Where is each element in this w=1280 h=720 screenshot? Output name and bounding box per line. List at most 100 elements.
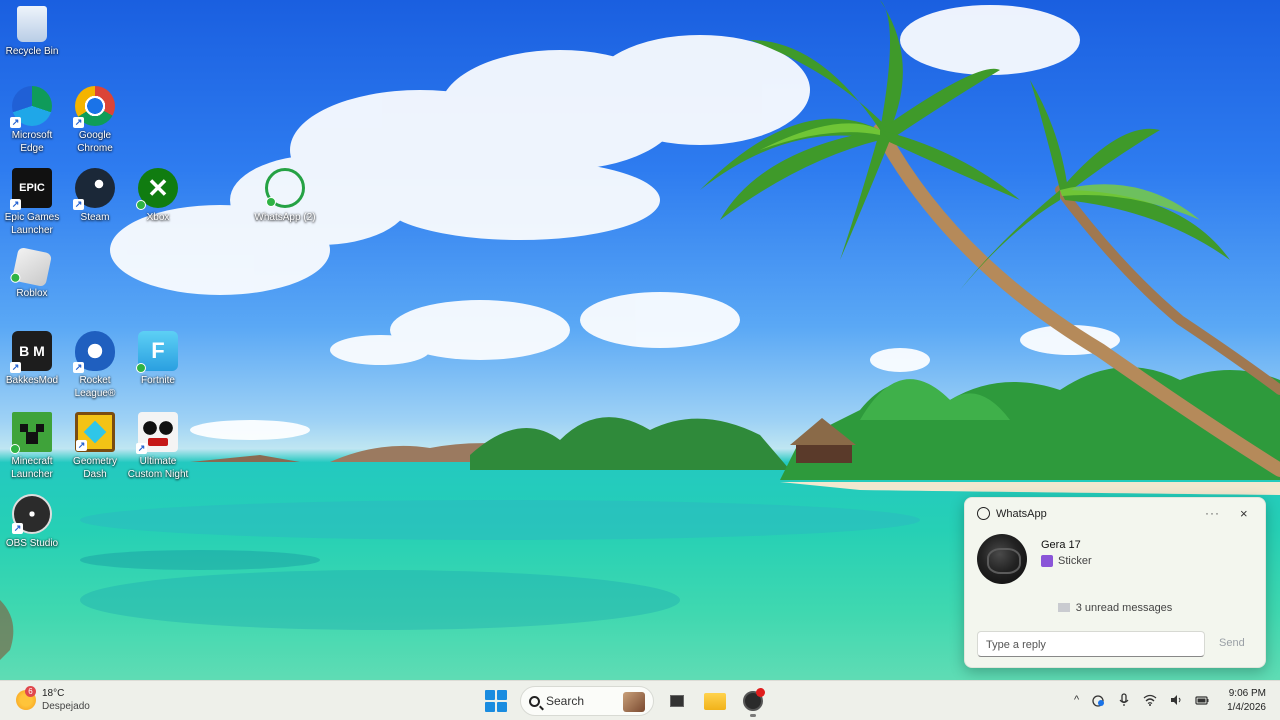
avatar: [977, 534, 1027, 584]
desktop-icon-label: Roblox: [16, 288, 48, 299]
whatsapp-notification[interactable]: WhatsApp ··· × Gera 17 Sticker 3 unread …: [964, 497, 1266, 668]
desktop-icon-roblox[interactable]: Roblox: [0, 246, 64, 300]
volume-icon[interactable]: [1169, 693, 1183, 707]
message-text: Sticker: [1058, 555, 1092, 567]
desktop-icon-label: WhatsApp (2): [254, 212, 316, 223]
weather-badge: 6: [25, 686, 36, 697]
obs-taskbar-button[interactable]: [738, 686, 768, 717]
notification-header: WhatsApp: [977, 507, 1047, 520]
weather-condition: Despejado: [42, 701, 90, 712]
desktop-icon-label: Geometry Dash: [73, 456, 117, 480]
desktop-icon-label: Steam: [80, 212, 110, 223]
desktop-icon-label: Google Chrome: [77, 130, 113, 154]
sync-check-icon: [10, 444, 20, 454]
fortnite-icon: F: [136, 331, 178, 373]
close-button[interactable]: ×: [1240, 506, 1248, 521]
shortcut-arrow-icon: ↗: [73, 199, 84, 210]
wifi-icon[interactable]: [1143, 693, 1157, 707]
steam-icon: ↗: [73, 168, 115, 210]
desktop-icon-label: Microsoft Edge: [11, 130, 53, 154]
desktop-icon-epic-games[interactable]: EPIC ↗ Epic Games Launcher: [0, 168, 64, 237]
desktop-icon-steam[interactable]: ↗ Steam: [63, 168, 127, 224]
envelope-icon: [1057, 603, 1070, 612]
shortcut-arrow-icon: ↗: [136, 443, 147, 454]
bakkesmod-icon: B M ↗: [10, 331, 52, 373]
notification-app-name: WhatsApp: [996, 507, 1047, 520]
recording-dot-icon: [756, 688, 765, 697]
desktop-icon-recycle-bin[interactable]: Recycle Bin: [0, 6, 64, 58]
sun-icon: 6: [16, 686, 36, 710]
weather-widget[interactable]: 6 18°C Despejado: [16, 686, 90, 713]
clock-date: 1/4/2026: [1227, 702, 1266, 713]
desktop-icon-label: Minecraft Launcher: [11, 456, 53, 480]
clock[interactable]: 9:06 PM 1/4/2026: [1220, 687, 1266, 715]
obs-icon: ↗: [12, 494, 52, 534]
folder-icon: [704, 692, 726, 710]
desktop-icon-xbox[interactable]: ✕ Xbox: [126, 168, 190, 224]
unread-count: 3 unread messages: [965, 602, 1265, 614]
taskbar-apps: Search: [480, 685, 768, 717]
shortcut-arrow-icon: ↗: [73, 117, 84, 128]
desktop-icon-obs-studio[interactable]: ↗ OBS Studio: [0, 494, 64, 550]
sync-check-icon: [266, 197, 276, 207]
sync-check-icon: [136, 200, 146, 210]
shortcut-arrow-icon: ↗: [10, 117, 21, 128]
desktop-icon-bakkesmod[interactable]: B M ↗ BakkesMod: [0, 331, 64, 387]
shortcut-arrow-icon: ↗: [73, 362, 84, 373]
send-button[interactable]: Send: [1219, 637, 1245, 649]
search-highlight-icon: [623, 692, 645, 712]
rocket-league-icon: ↗: [73, 331, 115, 373]
desktop-icon-chrome[interactable]: ↗ Google Chrome: [63, 86, 127, 155]
file-explorer-button[interactable]: [700, 686, 730, 716]
more-options-button[interactable]: ···: [1205, 506, 1220, 520]
active-indicator: [750, 714, 756, 717]
task-view-icon: [670, 695, 684, 707]
edge-icon: ↗: [10, 86, 52, 128]
taskbar-search[interactable]: Search: [520, 686, 654, 716]
shortcut-arrow-icon: ↗: [10, 199, 21, 210]
shortcut-arrow-icon: ↗: [76, 440, 87, 451]
system-tray: ^: [1074, 693, 1209, 707]
desktop-icon-label: Ultimate Custom Night: [127, 456, 189, 480]
desktop-icon-geometry-dash[interactable]: ↗ Geometry Dash: [63, 412, 127, 481]
sticker-icon: [1041, 555, 1053, 567]
recycle-bin-icon: [17, 6, 47, 42]
desktop-icon-minecraft[interactable]: Minecraft Launcher: [0, 412, 64, 481]
desktop-icon-label: Recycle Bin: [5, 46, 59, 57]
task-view-button[interactable]: [662, 686, 692, 716]
search-icon: [529, 695, 540, 707]
microphone-icon[interactable]: [1117, 693, 1131, 707]
unread-text: 3 unread messages: [1075, 602, 1173, 614]
battery-icon[interactable]: [1195, 693, 1209, 707]
desktop-icon-label: Rocket League®: [74, 375, 116, 399]
whatsapp-icon: [265, 168, 305, 208]
sync-check-icon: [136, 363, 146, 373]
xbox-icon: ✕: [136, 168, 178, 210]
minecraft-icon: [10, 412, 52, 454]
shortcut-arrow-icon: ↗: [10, 362, 21, 373]
desktop-icon-whatsapp[interactable]: WhatsApp (2): [253, 168, 317, 224]
onedrive-icon[interactable]: [1091, 693, 1105, 707]
ucn-icon: ↗: [136, 412, 178, 454]
chrome-icon: ↗: [73, 86, 115, 128]
search-label: Search: [546, 694, 585, 708]
epic-games-icon: EPIC ↗: [10, 168, 52, 210]
desktop-icon-label: BakkesMod: [5, 375, 59, 386]
desktop-icon-ultimate-custom-night[interactable]: ↗ Ultimate Custom Night: [126, 412, 190, 481]
weather-temperature: 18°C: [42, 688, 65, 699]
clock-time: 9:06 PM: [1228, 688, 1266, 699]
desktop-icon-label: Xbox: [146, 212, 170, 223]
sender-name: Gera 17: [1041, 539, 1081, 551]
taskbar: 6 18°C Despejado Search ^ 9:06 PM 1/4/20…: [0, 680, 1280, 720]
desktop-icon-label: Epic Games Launcher: [4, 212, 60, 236]
geometry-dash-icon: ↗: [75, 412, 115, 452]
message-preview: Sticker: [1041, 555, 1092, 567]
desktop-icon-edge[interactable]: ↗ Microsoft Edge: [0, 86, 64, 155]
desktop-icon-fortnite[interactable]: F Fortnite: [126, 331, 190, 387]
shortcut-arrow-icon: ↗: [12, 523, 23, 534]
chevron-up-icon[interactable]: ^: [1074, 694, 1079, 706]
start-button[interactable]: [485, 690, 507, 712]
reply-input[interactable]: Type a reply: [977, 631, 1205, 657]
sync-check-icon: [9, 271, 22, 284]
desktop-icon-rocket-league[interactable]: ↗ Rocket League®: [63, 331, 127, 400]
